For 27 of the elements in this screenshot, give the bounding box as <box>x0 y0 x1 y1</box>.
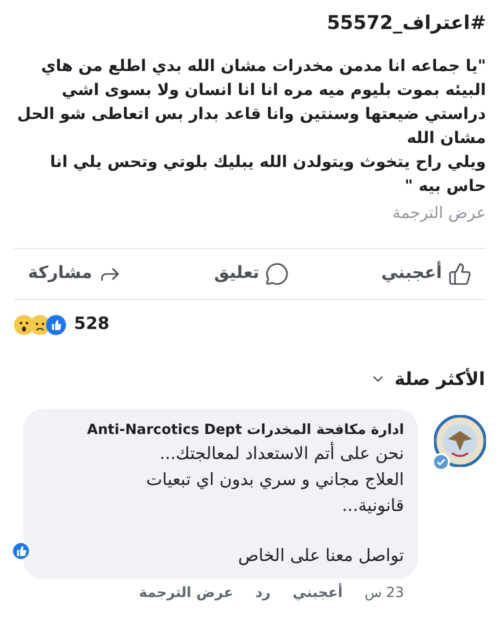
like-reaction-icon <box>46 314 66 335</box>
comment-action-button[interactable]: تعليق <box>214 261 290 287</box>
comment-author[interactable]: ادارة مكافحة المخدرات Anti-Narcotics Dept <box>37 418 404 440</box>
comment-text-line: العلاج مجاني و سري بدون اي تبعيات <box>145 468 404 492</box>
reply-link[interactable]: رد <box>255 582 271 604</box>
share-action-button[interactable]: مشاركة <box>28 261 122 287</box>
post-text-line: حاس بيه " <box>404 175 486 197</box>
like-action-button[interactable]: أعجبني <box>381 261 472 287</box>
comment-text-line: تواصل معنا على الخاص <box>237 544 404 568</box>
post-hashtag[interactable]: #اعتراف_55572 <box>14 8 486 38</box>
emblem-avatar-icon[interactable] <box>434 414 486 466</box>
translate-link[interactable]: عرض الترجمة <box>138 582 234 604</box>
post-text-line: مشان الله <box>406 127 486 149</box>
reaction-count[interactable]: 528 <box>74 312 110 338</box>
thumbs-up-icon <box>448 262 472 286</box>
post-text-line: "يا جماعه انا مدمن مخدرات مشان الله بدي اطلع من هاي <box>40 55 486 77</box>
speech-bubble-icon <box>265 262 290 286</box>
like-link[interactable]: أعجبني <box>292 582 343 604</box>
like-reaction-icon <box>11 540 31 560</box>
comment-text-line: قانونية... <box>340 494 404 518</box>
post-text-line: ويلي راح يتخوث ويتولدن الله يبليك بلوتي وتحس يلي انا <box>49 151 486 173</box>
sort-label[interactable]: الأكثر صلة <box>394 366 485 392</box>
post-text-line: البيئه بموت بليوم ميه مره انا انا انسان ولا بسوى اشي <box>60 79 486 101</box>
comment-text-line: نحن على أتم الاستعداد لمعالجتك... <box>158 441 404 466</box>
verified-badge-icon <box>432 452 450 470</box>
comment-timestamp: 23 س <box>364 584 404 602</box>
post-text-line: دراستي ضيعتها وسنتين وانا قاعد بدار بس اتعاطى شو الحل <box>16 103 486 125</box>
